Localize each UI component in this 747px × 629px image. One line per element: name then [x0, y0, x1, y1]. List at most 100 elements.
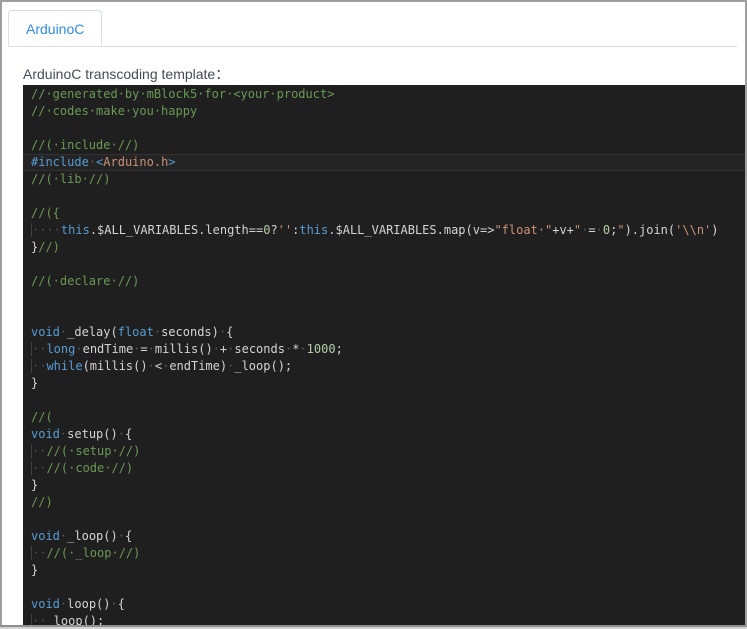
code-text: {: [117, 597, 125, 611]
code-editor[interactable]: //·generated·by·mBlock5·for·<your·produc…: [23, 85, 745, 625]
code-line: }: [23, 375, 745, 392]
code-comment: //(·lib·//): [31, 172, 111, 186]
code-keyword: while: [46, 359, 83, 373]
indent-guide: ··: [31, 444, 47, 458]
code-comment: //(·_loop·//): [46, 546, 141, 560]
code-line: //(·declare·//): [23, 273, 745, 290]
indent-guide: ··: [31, 614, 47, 625]
code-text: _loop(): [67, 529, 118, 543]
code-text: }: [31, 563, 39, 577]
code-text: setup(): [67, 427, 118, 441]
code-comment: //·codes·make·you·happy: [31, 104, 198, 118]
code-text: =: [140, 342, 148, 356]
code-line: ··//(·code·//): [23, 460, 745, 477]
whitespace-dot: ·: [147, 359, 155, 373]
tab-bar: ArduinoC: [8, 10, 737, 47]
code-text: seconds: [234, 342, 285, 356]
code-text: }: [31, 376, 39, 390]
indent-guide: ··: [31, 359, 47, 373]
code-comment: //(·setup·//): [46, 444, 141, 458]
whitespace-dot: ·: [75, 342, 83, 356]
code-text: ): [711, 223, 719, 237]
code-text: {: [124, 427, 133, 441]
code-number: 0: [602, 223, 611, 237]
code-line: //): [23, 494, 745, 511]
code-line: //({: [23, 205, 745, 222]
code-text: seconds): [161, 325, 219, 339]
whitespace-dot: ·: [110, 597, 118, 611]
code-keyword: this: [299, 223, 329, 237]
code-keyword: void: [31, 529, 60, 543]
code-text: ;: [335, 342, 343, 356]
code-text: _delay(: [67, 325, 118, 339]
code-text: .$ALL_VARIABLES.map(v=>: [328, 223, 495, 237]
code-string: "float·": [494, 223, 553, 237]
code-keyword: void: [31, 597, 60, 611]
indent-guide: ··: [31, 546, 47, 560]
whitespace-dot: ·: [595, 223, 603, 237]
code-line: void·setup()·{: [23, 426, 745, 443]
code-comment: //): [38, 240, 60, 254]
code-text: {: [226, 325, 234, 339]
whitespace-dot: ·: [117, 529, 125, 543]
code-comment: //({: [31, 206, 60, 220]
code-text: .$ALL_VARIABLES.length==: [89, 223, 264, 237]
code-string: Arduino.h: [103, 155, 169, 169]
code-line: //(·lib·//): [23, 171, 745, 188]
code-keyword: >: [168, 155, 176, 169]
code-comment: //(·declare·//): [31, 274, 140, 288]
page-bottom-edge: [0, 625, 747, 629]
code-string: '': [277, 223, 293, 237]
code-text: {: [124, 529, 133, 543]
code-line: }//): [23, 239, 745, 256]
code-keyword: float: [117, 325, 154, 339]
code-line: ··//(·setup·//): [23, 443, 745, 460]
code-text: endTime: [82, 342, 134, 356]
code-line: //·generated·by·mBlock5·for·<your·produc…: [23, 86, 745, 103]
code-text: _loop();: [234, 359, 293, 373]
code-line: void·_loop()·{: [23, 528, 745, 545]
code-line: }: [23, 477, 745, 494]
code-keyword: #include: [31, 155, 89, 169]
code-text: _loop();: [46, 614, 105, 625]
code-line: ··while(millis()·<·endTime)·_loop();: [23, 358, 745, 375]
code-text: endTime): [169, 359, 228, 373]
template-label: ArduinoC transcoding template：: [23, 66, 230, 82]
code-line: ··long·endTime·=·millis()·+·seconds·*·10…: [23, 341, 745, 358]
code-text: (millis(): [82, 359, 148, 373]
whitespace-dot: ·: [153, 325, 162, 339]
code-line: #include·<Arduino.h>: [23, 154, 745, 171]
tab-arduinoc[interactable]: ArduinoC: [8, 10, 103, 46]
code-line: void·loop()·{: [23, 596, 745, 613]
code-keyword: void: [31, 427, 60, 441]
code-line: //·codes·make·you·happy: [23, 103, 745, 120]
code-line: //(·include·//): [23, 137, 745, 154]
code-keyword: this: [60, 223, 90, 237]
code-text: ).join(: [624, 223, 676, 237]
code-line: ··//(·_loop·//): [23, 545, 745, 562]
code-text: ?: [270, 223, 278, 237]
code-text: }: [31, 478, 39, 492]
code-line: }: [23, 562, 745, 579]
code-keyword: void: [31, 325, 60, 339]
code-keyword: long: [46, 342, 76, 356]
code-comment: //(·include·//): [31, 138, 140, 152]
code-text: +v+: [552, 223, 574, 237]
whitespace-dot: ·: [212, 342, 220, 356]
indent-guide: ··: [31, 461, 47, 475]
code-line: ····this.$ALL_VARIABLES.length==0?'':thi…: [23, 222, 745, 239]
code-comment: //): [31, 495, 53, 509]
code-comment: //(: [31, 410, 53, 424]
whitespace-dot: ·: [117, 427, 125, 441]
code-line: ··_loop();: [23, 613, 745, 625]
code-comment: //·generated·by·mBlock5·for·<your·produc…: [31, 87, 335, 101]
code-text: millis(): [154, 342, 213, 356]
whitespace-dot: ·: [299, 342, 307, 356]
